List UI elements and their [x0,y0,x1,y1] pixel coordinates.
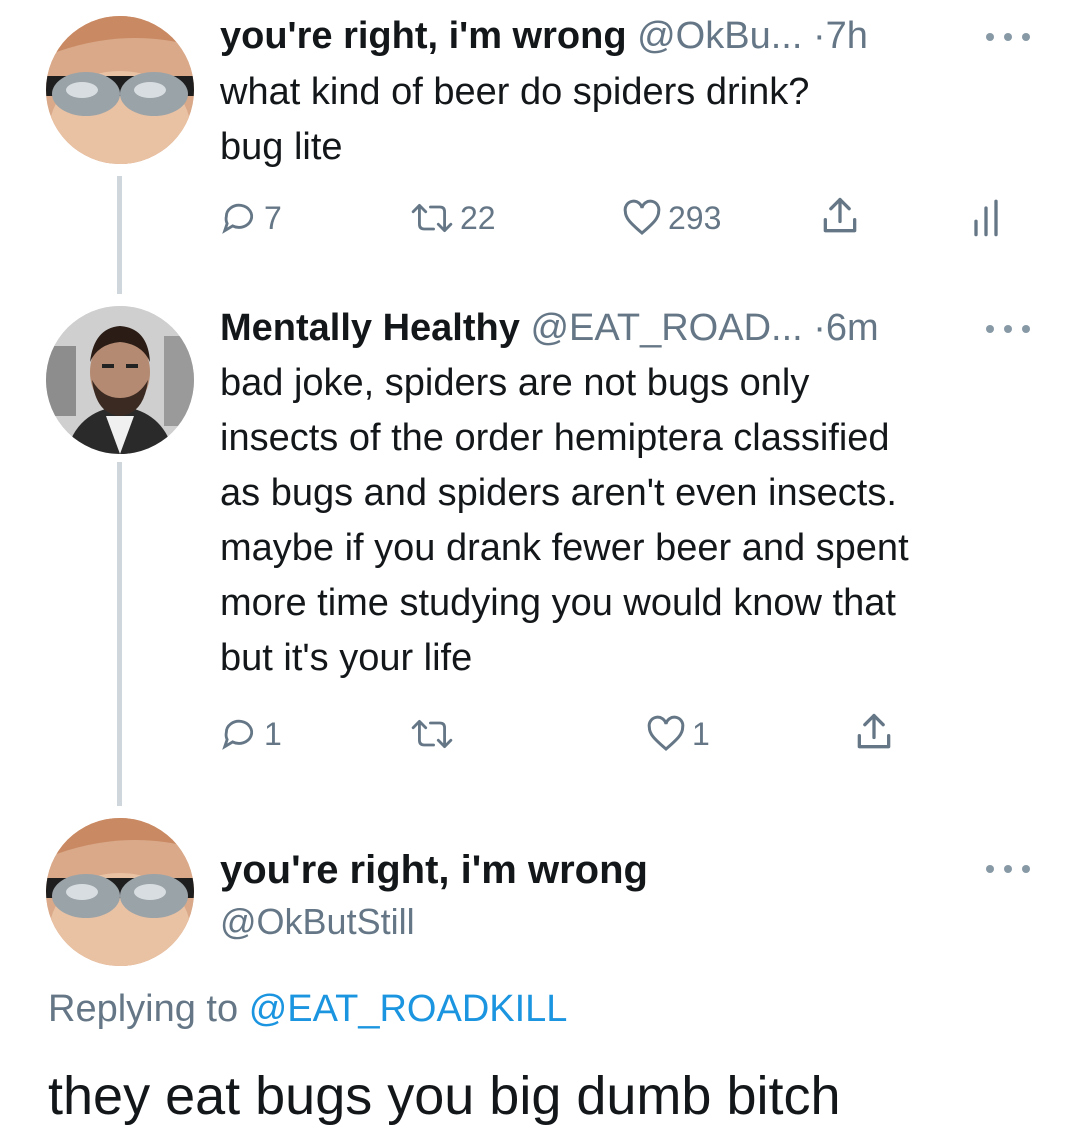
display-name[interactable]: you're right, i'm wrong [220,15,627,57]
tweet-1-text: what kind of beer do spiders drink? bug … [220,65,1040,175]
tweet-2-text: bad joke, spiders are not bugs only inse… [220,356,1040,686]
reply-icon [222,719,254,750]
like-button[interactable]: 293 [622,196,721,240]
avatar-okbutstill-1[interactable] [46,16,194,164]
display-name[interactable]: Mentally Healthy [220,307,520,349]
share-button[interactable] [852,710,896,754]
more-icon[interactable] [986,862,1030,876]
retweet-count: 22 [460,199,496,236]
retweet-icon [411,720,453,748]
share-icon [823,197,857,233]
analytics-button[interactable] [968,196,1004,240]
tweet-text-line: more time studying you would know that [220,582,896,624]
avatar-eat-roadkill[interactable] [46,306,194,454]
timestamp[interactable]: 6m [826,307,879,349]
separator-dot: · [812,15,826,57]
like-icon [623,199,661,235]
tweet-text-line: bug lite [220,126,343,168]
more-icon[interactable] [986,30,1030,44]
thread-line-2 [117,462,122,806]
more-icon[interactable] [986,322,1030,336]
tweet-text-line: what kind of beer do spiders drink? [220,71,810,113]
handle[interactable]: @OkBu... [637,15,802,57]
handle[interactable]: @OkButStill [220,900,648,944]
tweet-text-line: but it's your life [220,637,473,679]
avatar-okbutstill-2[interactable] [46,818,194,966]
reply-icon [222,203,254,234]
reply-count: 7 [264,199,282,236]
thread-line-1 [117,176,122,294]
tweet-text-line: bad joke, spiders are not bugs only [220,362,810,404]
analytics-icon [974,199,998,237]
like-icon [647,715,685,751]
reply-count: 1 [264,715,282,752]
replying-to-mention[interactable]: @EAT_ROADKILL [249,988,568,1030]
reply-button[interactable]: 1 [220,712,282,756]
separator-dot: · [813,307,826,349]
retweet-button[interactable] [410,712,460,756]
reply-button[interactable]: 7 [220,196,282,240]
display-name[interactable]: you're right, i'm wrong [220,846,648,894]
timestamp[interactable]: 7h [826,15,868,57]
tweet-2-header: Mentally Healthy @EAT_ROAD... ·6m [220,306,879,350]
tweet-text-line: maybe if you drank fewer beer and spent [220,527,909,569]
retweet-button[interactable]: 22 [410,196,496,240]
main-tweet-text: they eat bugs you big dumb bitch [48,1066,841,1126]
replying-to: Replying to @EAT_ROADKILL [48,985,567,1033]
tweet-text-line: as bugs and spiders aren't even insects. [220,472,897,514]
share-button[interactable] [818,194,862,238]
like-button[interactable]: 1 [646,712,710,756]
tweet-text-line: insects of the order hemiptera classifie… [220,417,890,459]
retweet-icon [411,204,453,232]
handle[interactable]: @EAT_ROAD... [530,307,802,349]
like-count: 1 [692,715,710,752]
replying-to-label: Replying to [48,988,239,1030]
share-icon [857,713,891,749]
like-count: 293 [668,199,722,236]
main-tweet-header: you're right, i'm wrong @OkButStill [220,846,648,944]
tweet-1-header: you're right, i'm wrong @OkBu... ·7h [220,14,868,58]
